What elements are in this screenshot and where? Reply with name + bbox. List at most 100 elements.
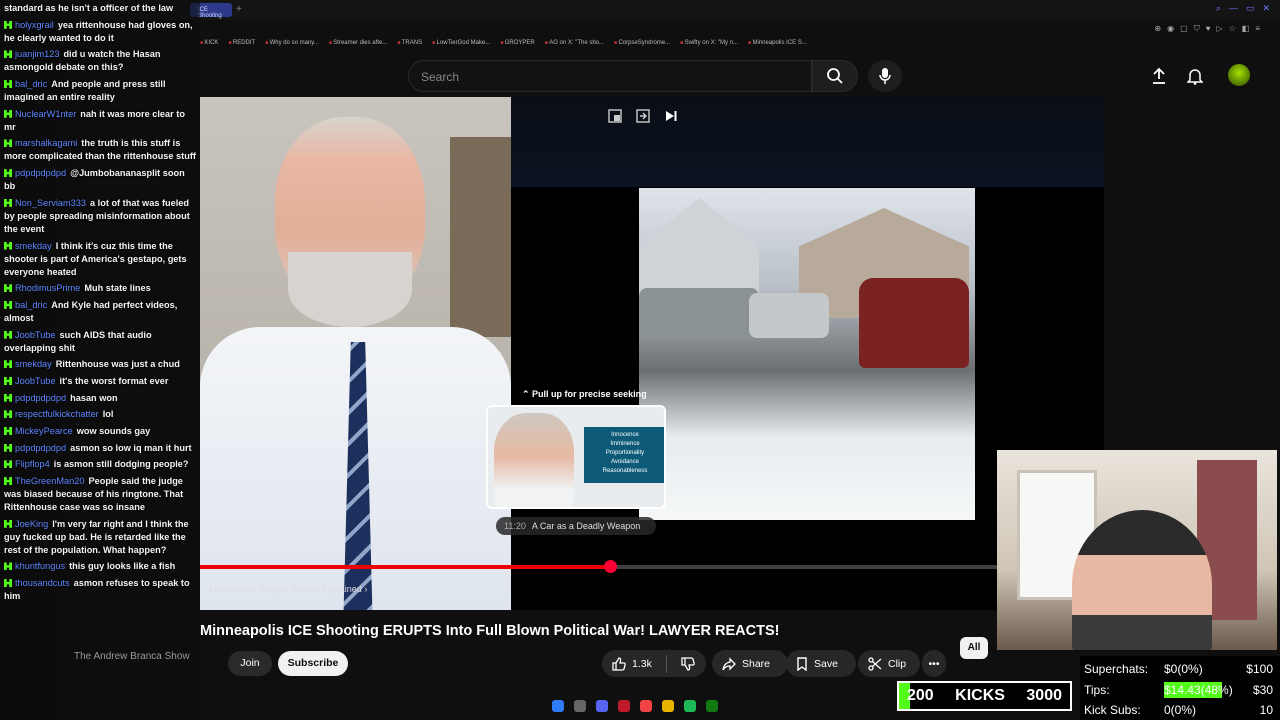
chat-username[interactable]: Non_Serviam333	[15, 198, 86, 208]
join-button[interactable]: Join	[228, 651, 272, 676]
heart-icon[interactable]: ♥	[1206, 24, 1211, 34]
kick-badge-icon	[4, 50, 12, 59]
chrome-icon[interactable]	[640, 700, 652, 712]
new-tab-icon[interactable]: +	[236, 4, 242, 15]
bookmark-item[interactable]: KICK	[200, 40, 218, 46]
bookmark-item[interactable]: REDDIT	[228, 40, 255, 46]
chapter-title[interactable]: Minnesota's Duty to Retreat Explained ›	[209, 584, 367, 594]
app-icon[interactable]	[618, 700, 630, 712]
chat-username[interactable]: TheGreenMan20	[15, 476, 84, 486]
xbox-icon[interactable]	[706, 700, 718, 712]
chat-username[interactable]: pdpdpdpdpd	[15, 443, 66, 453]
bookmark-item[interactable]: Minneapolis ICE S...	[748, 40, 806, 46]
beard	[288, 252, 412, 327]
channel-name[interactable]: The Andrew Branca Show	[74, 651, 190, 662]
chat-username[interactable]: Flipflop4	[15, 459, 50, 469]
superchats-row: Superchats: $0(0%) $100	[1084, 659, 1276, 680]
search-input[interactable]: Search	[408, 60, 812, 92]
filter-chip-all[interactable]: All	[960, 637, 988, 659]
kick-badge-icon	[4, 376, 12, 385]
save-button[interactable]: Save	[786, 650, 856, 677]
shield-icon[interactable]: ⛉	[1194, 24, 1200, 34]
chat-username[interactable]: holyxgrail	[15, 20, 54, 30]
zoom-icon[interactable]: ⊕	[1154, 24, 1161, 34]
bookmark-item[interactable]: GROYPER	[500, 40, 535, 46]
chat-message: bal_dric And Kyle had perfect videos, alm…	[4, 299, 196, 325]
scrubber-handle[interactable]	[603, 560, 617, 573]
chat-message: thousandcuts asmon refuses to speak to hi…	[4, 577, 196, 603]
extension-icon[interactable]: ▢	[1180, 24, 1188, 34]
chat-username[interactable]: marshalkagami	[15, 138, 77, 148]
truck	[639, 288, 759, 338]
video-player[interactable]: ⌃ Pull up for precise seeking Innocence …	[200, 97, 1104, 610]
window-controls: ⌕ — ▭ ✕	[1216, 3, 1270, 14]
extension-icon[interactable]: ◉	[1167, 24, 1174, 34]
thumbs-up-icon[interactable]	[612, 656, 626, 671]
bookmark-item[interactable]: TRANS	[397, 40, 422, 46]
discord-icon[interactable]	[596, 700, 608, 712]
chat-username[interactable]: juanjim123	[15, 49, 59, 59]
bookmark-item[interactable]: Why do so many...	[265, 40, 319, 46]
chat-username[interactable]: bal_dric	[15, 79, 47, 89]
spotify-icon[interactable]	[684, 700, 696, 712]
screen: ICE Shooting + ⌕ — ▭ ✕ ⊕ ◉ ▢ ⛉ ♥ ▷ ☆ ◧ ≡…	[0, 0, 1280, 720]
chat-username[interactable]: bal_dric	[15, 300, 47, 310]
bookmark-item[interactable]: AG on X: "The sho...	[545, 40, 604, 46]
chat-username[interactable]: MickeyPearce	[15, 426, 73, 436]
chat-username[interactable]: JoobTube	[15, 330, 56, 340]
search-icon[interactable]	[574, 700, 586, 712]
extension-icon[interactable]: ◧	[1242, 24, 1250, 34]
chat-username[interactable]: pdpdpdpdpd	[15, 393, 66, 403]
like-count[interactable]: 1.3k	[632, 658, 652, 670]
chat-username[interactable]: smekday	[15, 241, 52, 251]
kick-badge-icon	[4, 410, 12, 419]
bookmark-item[interactable]: Streamer dies afte...	[329, 40, 387, 46]
bookmark-item[interactable]: CorpseSyndrome...	[614, 40, 670, 46]
progress-bar[interactable]	[200, 560, 1104, 573]
chat-username[interactable]: khuntfungus	[15, 561, 65, 571]
thumbs-down-icon[interactable]	[681, 656, 695, 671]
kick-subs-label: Kick Subs:	[1084, 703, 1141, 717]
kick-badge-icon	[4, 562, 12, 571]
share-button[interactable]: Share	[712, 650, 788, 677]
miniplayer-icon[interactable]	[608, 109, 622, 123]
taskbar	[552, 700, 718, 712]
play-icon[interactable]: ▷	[1216, 24, 1222, 34]
chat-message: khuntfungus this guy looks like a fish	[4, 560, 196, 573]
folder-icon[interactable]	[662, 700, 674, 712]
minimize-icon[interactable]: —	[1229, 3, 1238, 14]
chat-text: asmon so low iq man it hurt	[70, 442, 192, 453]
clip-button[interactable]: Clip	[858, 650, 920, 677]
bookmark-item[interactable]: Swifty on X: "My n...	[680, 40, 738, 46]
more-actions-button[interactable]: •••	[922, 650, 946, 677]
superchats-goal: $100	[1246, 662, 1273, 676]
bookmarks-bar: KICK REDDIT Why do so many... Streamer d…	[200, 40, 806, 46]
create-button[interactable]	[1148, 64, 1170, 88]
search-button[interactable]	[812, 60, 858, 92]
maximize-icon[interactable]: ▭	[1246, 3, 1255, 14]
bookmark-star-icon[interactable]: ☆	[1229, 24, 1236, 34]
chat-username[interactable]: NuclearW1nter	[15, 109, 76, 119]
chat-username[interactable]: RhodimusPrime	[15, 283, 80, 293]
chat-username[interactable]: JoeKing	[15, 519, 48, 529]
seek-preview-thumbnail: Innocence Imminence Proportionality Avoi…	[486, 405, 666, 509]
menu-icon[interactable]: ≡	[1255, 24, 1260, 34]
search-tabs-icon[interactable]: ⌕	[1216, 3, 1221, 14]
chat-username[interactable]: respectfulkickchatter	[15, 409, 99, 419]
notifications-button[interactable]	[1184, 64, 1206, 88]
kick-badge-icon	[4, 477, 12, 486]
chat-username[interactable]: JoobTube	[15, 376, 56, 386]
start-icon[interactable]	[552, 700, 564, 712]
chat-username[interactable]: smekday	[15, 359, 52, 369]
bookmark-item[interactable]: LowTierGod Make...	[432, 40, 491, 46]
video-dark-region	[511, 97, 1104, 187]
theater-exit-icon[interactable]	[636, 109, 650, 123]
close-icon[interactable]: ✕	[1262, 3, 1270, 14]
chat-username[interactable]: pdpdpdpdpd	[15, 168, 66, 178]
skip-next-icon[interactable]	[664, 109, 678, 123]
subscribe-button[interactable]: Subscribe	[278, 651, 348, 676]
chat-username[interactable]: thousandcuts	[15, 578, 70, 588]
voice-search-button[interactable]	[868, 60, 902, 92]
avatar[interactable]	[1228, 64, 1250, 86]
tips-goal: $30	[1252, 682, 1273, 697]
